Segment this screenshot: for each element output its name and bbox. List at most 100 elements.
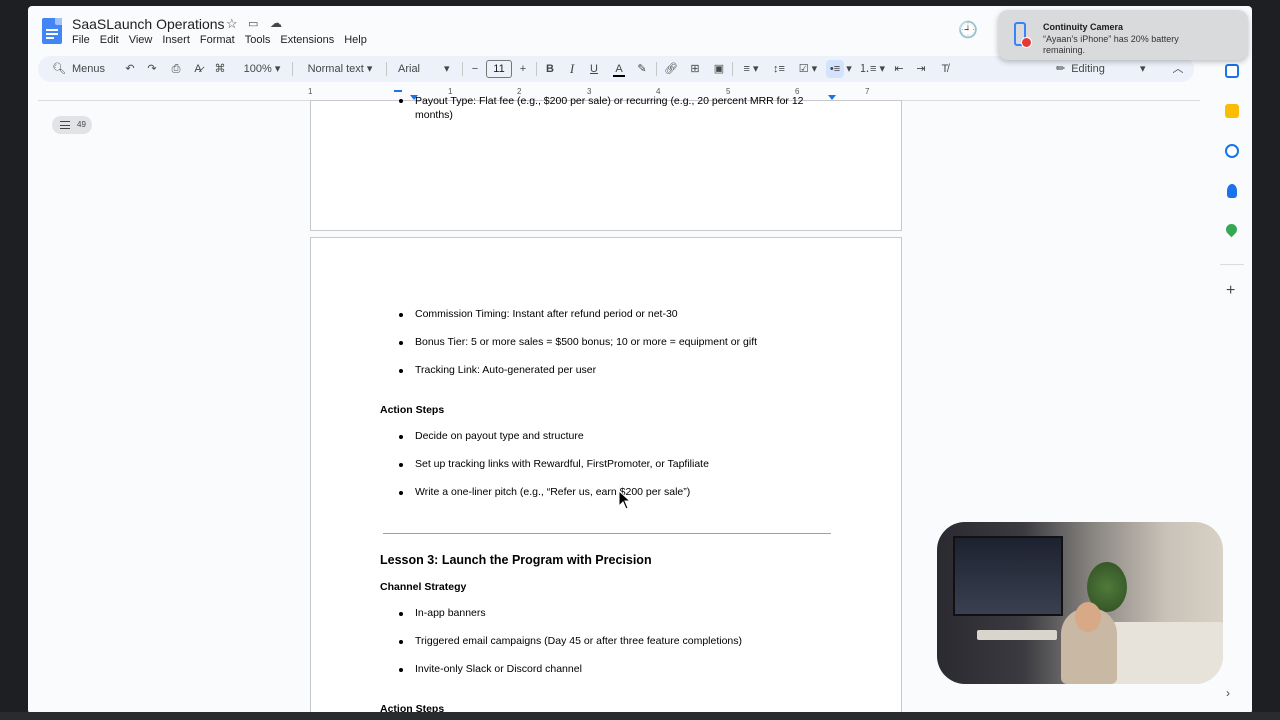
document-page[interactable]: Payout Type: Flat fee (e.g., $200 per sa…	[310, 95, 902, 231]
divider	[386, 62, 387, 76]
paint-format-icon[interactable]: ⌘	[212, 56, 228, 82]
add-addon-icon[interactable]: +	[1226, 282, 1235, 300]
increase-font-size-button[interactable]: +	[516, 56, 530, 82]
list-item: Decide on payout type and structure	[415, 430, 584, 442]
bold-button[interactable]: B	[542, 56, 558, 82]
notification-body: “Ayaan’s iPhone” has 20% battery remaini…	[1043, 34, 1179, 55]
first-line-indent-marker[interactable]	[394, 90, 402, 92]
search-icon: 🔍︎	[52, 63, 66, 75]
search-menus-button[interactable]: 🔍︎ Menus	[44, 56, 114, 82]
increase-indent-icon[interactable]: ⇥	[912, 56, 930, 82]
bullet-marker	[399, 369, 403, 373]
list-item: Set up tracking links with Rewardful, Fi…	[415, 458, 709, 470]
bullet-marker	[399, 491, 403, 495]
webcam-person-head	[1075, 602, 1101, 632]
paragraph-style-select[interactable]: Normal text ▾	[300, 56, 380, 82]
numbered-list-icon[interactable]: ⒈≡ ▾	[858, 56, 886, 82]
bulleted-list-icon[interactable]: •≡	[826, 60, 844, 78]
zoom-select[interactable]: 100% ▾	[238, 56, 286, 82]
font-size-input[interactable]: 11	[486, 60, 512, 78]
list-item: Commission Timing: Instant after refund …	[415, 308, 678, 320]
menu-extensions[interactable]: Extensions	[280, 34, 340, 46]
document-title[interactable]: SaaSLaunch Operations	[72, 16, 225, 32]
outline-icon	[60, 121, 70, 129]
menu-help[interactable]: Help	[344, 34, 373, 46]
bullet-marker	[399, 341, 403, 345]
mouse-cursor-icon	[618, 490, 632, 510]
menu-insert[interactable]: Insert	[162, 34, 196, 46]
clear-formatting-icon[interactable]: T̸	[936, 56, 954, 82]
list-item: In-app banners	[415, 607, 486, 619]
divider	[732, 62, 733, 76]
screen-bottom-edge	[0, 712, 1280, 720]
divider	[536, 62, 537, 76]
bullet-marker	[399, 612, 403, 616]
document-page[interactable]: Commission Timing: Instant after refund …	[310, 237, 902, 714]
list-item: Bonus Tier: 5 or more sales = $500 bonus…	[415, 336, 758, 348]
divider	[656, 62, 657, 76]
webcam-table	[977, 630, 1057, 640]
webcam-window	[953, 536, 1063, 616]
menu-file[interactable]: File	[72, 34, 96, 46]
list-item: Write a one-liner pitch (e.g., “Refer us…	[415, 486, 691, 498]
bullet-marker	[399, 99, 403, 103]
contacts-icon[interactable]	[1227, 184, 1237, 198]
decrease-indent-icon[interactable]: ⇤	[890, 56, 908, 82]
highlight-icon[interactable]: ✎	[634, 56, 650, 82]
bulleted-list-dropdown[interactable]: ▾	[844, 56, 854, 82]
document-outline-button[interactable]: 49	[52, 116, 92, 134]
tasks-icon[interactable]	[1225, 144, 1239, 158]
notification-toast[interactable]: Continuity Camera “Ayaan’s iPhone” has 2…	[998, 10, 1248, 60]
bullet-marker	[399, 668, 403, 672]
align-left-icon[interactable]: ≡ ▾	[738, 56, 764, 82]
decrease-font-size-button[interactable]: −	[468, 56, 482, 82]
insert-image-icon[interactable]: ▣	[710, 56, 728, 82]
section-heading: Action Steps	[380, 404, 445, 416]
text-color-button[interactable]: A	[610, 56, 628, 82]
text-color-swatch	[613, 75, 625, 77]
menu-format[interactable]: Format	[200, 34, 241, 46]
maps-icon[interactable]	[1223, 221, 1240, 238]
keep-icon[interactable]	[1225, 104, 1239, 118]
menu-edit[interactable]: Edit	[100, 34, 125, 46]
expand-panel-icon[interactable]: ›	[1226, 686, 1230, 700]
divider	[462, 62, 463, 76]
version-history-icon[interactable]: 🕘	[958, 20, 978, 39]
docs-logo-icon[interactable]	[42, 18, 62, 44]
menu-bar: File Edit View Insert Format Tools Exten…	[72, 34, 377, 46]
move-folder-icon[interactable]: ▭	[248, 17, 258, 30]
list-item: Payout Type: Flat fee (e.g., $200 per sa…	[415, 95, 804, 107]
cloud-saved-icon[interactable]: ☁	[270, 16, 282, 30]
italic-button[interactable]: I	[564, 56, 580, 82]
notification-title: Continuity Camera	[1043, 22, 1124, 32]
bullet-marker	[399, 640, 403, 644]
font-select[interactable]: Arial ▾	[392, 56, 456, 82]
list-item-continuation: months)	[415, 109, 453, 121]
pencil-icon: ✏	[1056, 63, 1066, 75]
menu-tools[interactable]: Tools	[245, 34, 277, 46]
section-heading: Channel Strategy	[380, 581, 467, 593]
panel-divider	[1220, 264, 1244, 265]
list-item: Invite-only Slack or Discord channel	[415, 663, 582, 675]
divider	[292, 62, 293, 76]
low-battery-badge-icon	[1021, 37, 1032, 48]
insert-link-icon[interactable]: 🔗︎	[662, 56, 680, 82]
star-icon[interactable]: ☆	[226, 16, 238, 32]
bullet-marker	[399, 463, 403, 467]
add-comment-icon[interactable]: ⊞	[686, 56, 704, 82]
list-item: Tracking Link: Auto-generated per user	[415, 364, 597, 376]
redo-icon[interactable]: ↷	[144, 56, 160, 82]
checklist-icon[interactable]: ☑ ▾	[794, 56, 822, 82]
lesson-heading: Lesson 3: Launch the Program with Precis…	[380, 553, 652, 567]
underline-button[interactable]: U	[586, 56, 602, 82]
print-icon[interactable]: ⎙	[168, 56, 184, 82]
chevron-down-icon: ▾	[444, 63, 450, 75]
spellcheck-icon[interactable]: A̷	[190, 56, 206, 82]
bullet-marker	[399, 313, 403, 317]
undo-icon[interactable]: ↶	[122, 56, 138, 82]
list-item: Triggered email campaigns (Day 45 or aft…	[415, 635, 743, 647]
calendar-icon[interactable]	[1225, 64, 1239, 78]
line-spacing-icon[interactable]: ↕≡	[770, 56, 788, 82]
menu-view[interactable]: View	[129, 34, 159, 46]
webcam-overlay	[937, 522, 1223, 684]
